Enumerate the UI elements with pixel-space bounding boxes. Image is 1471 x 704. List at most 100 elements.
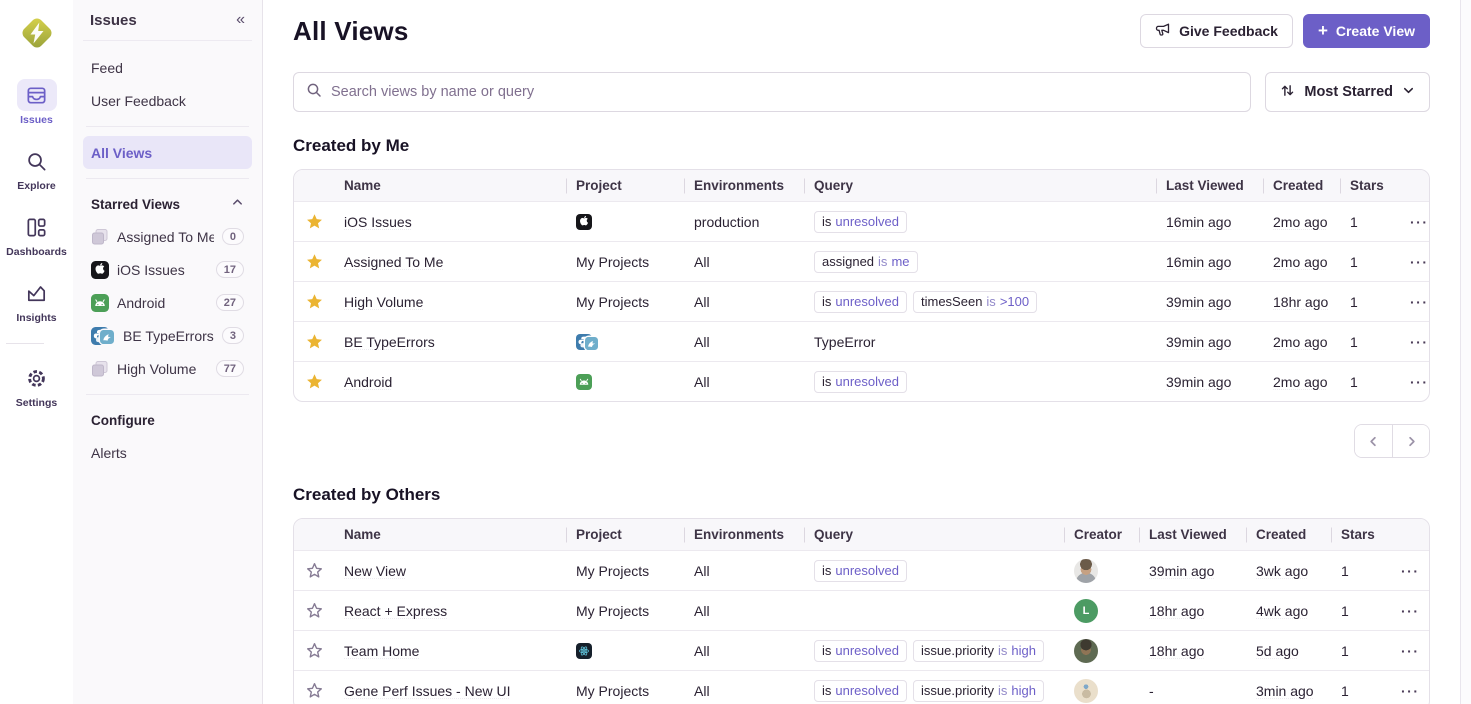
rail-item-dashboards[interactable]: Dashboards bbox=[6, 211, 67, 258]
row-overflow-menu-button[interactable]: ··· bbox=[1400, 294, 1429, 310]
query-token-val: unresolved bbox=[835, 214, 899, 229]
view-name-link[interactable]: React + Express bbox=[334, 603, 566, 619]
row-overflow-menu-button[interactable]: ··· bbox=[1391, 643, 1429, 659]
star-outline-icon[interactable] bbox=[294, 682, 334, 699]
star-outline-icon[interactable] bbox=[294, 642, 334, 659]
issue-count-badge: 27 bbox=[216, 294, 244, 311]
scrollbar[interactable] bbox=[1460, 0, 1471, 704]
query-token-val: me bbox=[891, 254, 909, 269]
column-header-name: Name bbox=[334, 178, 566, 193]
column-header-created: Created bbox=[1263, 178, 1340, 193]
view-name-text[interactable]: Assigned To Me bbox=[344, 254, 443, 270]
view-name-link[interactable]: Assigned To Me bbox=[334, 254, 566, 270]
project-cell bbox=[566, 643, 684, 659]
environments-cell: All bbox=[684, 294, 804, 310]
creator-cell bbox=[1064, 559, 1139, 583]
star-filled-icon[interactable] bbox=[294, 293, 334, 310]
row-overflow-menu-button[interactable]: ··· bbox=[1400, 214, 1429, 230]
row-overflow-menu-button[interactable]: ··· bbox=[1400, 374, 1429, 390]
created-text: 4wk ago bbox=[1256, 603, 1308, 619]
starred-view-ios-issues[interactable]: iOS Issues17 bbox=[83, 253, 252, 286]
query-token-chip: timesSeenis>100 bbox=[913, 291, 1037, 313]
query-token-chip: isunresolved bbox=[814, 680, 907, 702]
stars-count-cell: 1 bbox=[1340, 374, 1400, 390]
column-header-project: Project bbox=[566, 527, 684, 542]
project-cell: My Projects bbox=[566, 254, 684, 270]
sidebar-item-feed[interactable]: Feed bbox=[83, 51, 252, 84]
query-token-chip: isunresolved bbox=[814, 640, 907, 662]
app-logo-icon[interactable] bbox=[17, 13, 57, 53]
view-name-link[interactable]: High Volume bbox=[334, 294, 566, 310]
give-feedback-button[interactable]: Give Feedback bbox=[1140, 14, 1293, 48]
create-view-button[interactable]: + Create View bbox=[1303, 14, 1430, 48]
row-overflow-menu-button[interactable]: ··· bbox=[1391, 603, 1429, 619]
last-viewed-cell: 39min ago bbox=[1139, 563, 1246, 579]
next-page-button[interactable] bbox=[1392, 425, 1429, 457]
view-name-text[interactable]: New View bbox=[344, 563, 406, 579]
view-name-link[interactable]: Android bbox=[334, 374, 566, 390]
sidebar-item-all-views[interactable]: All Views bbox=[83, 136, 252, 169]
query-token-val: unresolved bbox=[835, 563, 899, 578]
query-cell: TypeError bbox=[804, 334, 1156, 350]
query-token-chip: issue.priorityishigh bbox=[913, 680, 1044, 702]
row-overflow-menu-button[interactable]: ··· bbox=[1400, 254, 1429, 270]
query-token-key: is bbox=[822, 374, 831, 389]
view-name-link[interactable]: iOS Issues bbox=[334, 214, 566, 230]
star-outline-icon[interactable] bbox=[294, 602, 334, 619]
sidebar-item-alerts[interactable]: Alerts bbox=[83, 436, 252, 469]
created-cell: 2mo ago bbox=[1263, 254, 1340, 270]
creator-avatar bbox=[1074, 679, 1098, 703]
starred-view-label: iOS Issues bbox=[117, 262, 208, 278]
view-name-text[interactable]: React + Express bbox=[344, 603, 447, 619]
view-name-link[interactable]: Team Home bbox=[334, 643, 566, 659]
search-views-input[interactable] bbox=[293, 72, 1251, 112]
starred-view-label: BE TypeErrors bbox=[123, 328, 214, 344]
created-cell: 2mo ago bbox=[1263, 334, 1340, 350]
created-cell: 4wk ago bbox=[1246, 603, 1331, 619]
view-name-text[interactable]: BE TypeErrors bbox=[344, 334, 435, 350]
rail-item-issues[interactable]: Issues bbox=[6, 79, 67, 126]
view-name-text[interactable]: Android bbox=[344, 374, 392, 390]
rail-item-label: Issues bbox=[20, 114, 53, 126]
starred-view-android[interactable]: Android27 bbox=[83, 286, 252, 319]
starred-views-header[interactable]: Starred Views bbox=[83, 188, 252, 220]
table-header-row: NameProjectEnvironmentsQueryLast ViewedC… bbox=[294, 170, 1429, 201]
starred-view-assigned-to-me[interactable]: Assigned To Me0 bbox=[83, 220, 252, 253]
sidebar-item-user-feedback[interactable]: User Feedback bbox=[83, 84, 252, 117]
view-name-link[interactable]: Gene Perf Issues - New UI bbox=[334, 683, 566, 699]
row-overflow-menu-button[interactable]: ··· bbox=[1391, 683, 1429, 699]
sort-dropdown[interactable]: Most Starred bbox=[1265, 72, 1430, 112]
search-input[interactable] bbox=[331, 84, 1238, 100]
star-filled-icon[interactable] bbox=[294, 373, 334, 390]
collapse-sidebar-icon[interactable]: « bbox=[236, 12, 245, 28]
starred-view-label: High Volume bbox=[117, 361, 208, 377]
prev-page-button[interactable] bbox=[1355, 425, 1392, 457]
query-token-chip: assignedisme bbox=[814, 251, 918, 273]
starred-view-high-volume[interactable]: High Volume77 bbox=[83, 352, 252, 385]
star-filled-icon[interactable] bbox=[294, 213, 334, 230]
rail-item-settings[interactable]: Settings bbox=[6, 362, 67, 409]
table-header-row: NameProjectEnvironmentsQueryCreatorLast … bbox=[294, 519, 1429, 550]
view-name-text[interactable]: Gene Perf Issues - New UI bbox=[344, 683, 511, 699]
last-viewed-cell: 16min ago bbox=[1156, 254, 1263, 270]
column-header-last-viewed: Last Viewed bbox=[1156, 178, 1263, 193]
star-filled-icon[interactable] bbox=[294, 333, 334, 350]
starred-view-be-typeerrors[interactable]: BE TypeErrors3 bbox=[83, 319, 252, 352]
nest-project-icon bbox=[585, 337, 598, 350]
view-name-link[interactable]: BE TypeErrors bbox=[334, 334, 566, 350]
view-name-text[interactable]: High Volume bbox=[344, 294, 423, 310]
row-overflow-menu-button[interactable]: ··· bbox=[1391, 563, 1429, 579]
android-project-icon bbox=[576, 374, 592, 390]
created-text: 3min ago bbox=[1256, 683, 1314, 699]
view-name-link[interactable]: New View bbox=[334, 563, 566, 579]
query-token-key: TypeError bbox=[814, 334, 875, 350]
row-overflow-menu-button[interactable]: ··· bbox=[1400, 334, 1429, 350]
environments-cell: All bbox=[684, 254, 804, 270]
star-filled-icon[interactable] bbox=[294, 253, 334, 270]
view-name-text[interactable]: iOS Issues bbox=[344, 214, 412, 230]
rail-item-explore[interactable]: Explore bbox=[6, 145, 67, 192]
query-token-val: unresolved bbox=[835, 374, 899, 389]
star-outline-icon[interactable] bbox=[294, 562, 334, 579]
view-name-text[interactable]: Team Home bbox=[344, 643, 419, 659]
rail-item-insights[interactable]: Insights bbox=[6, 277, 67, 324]
